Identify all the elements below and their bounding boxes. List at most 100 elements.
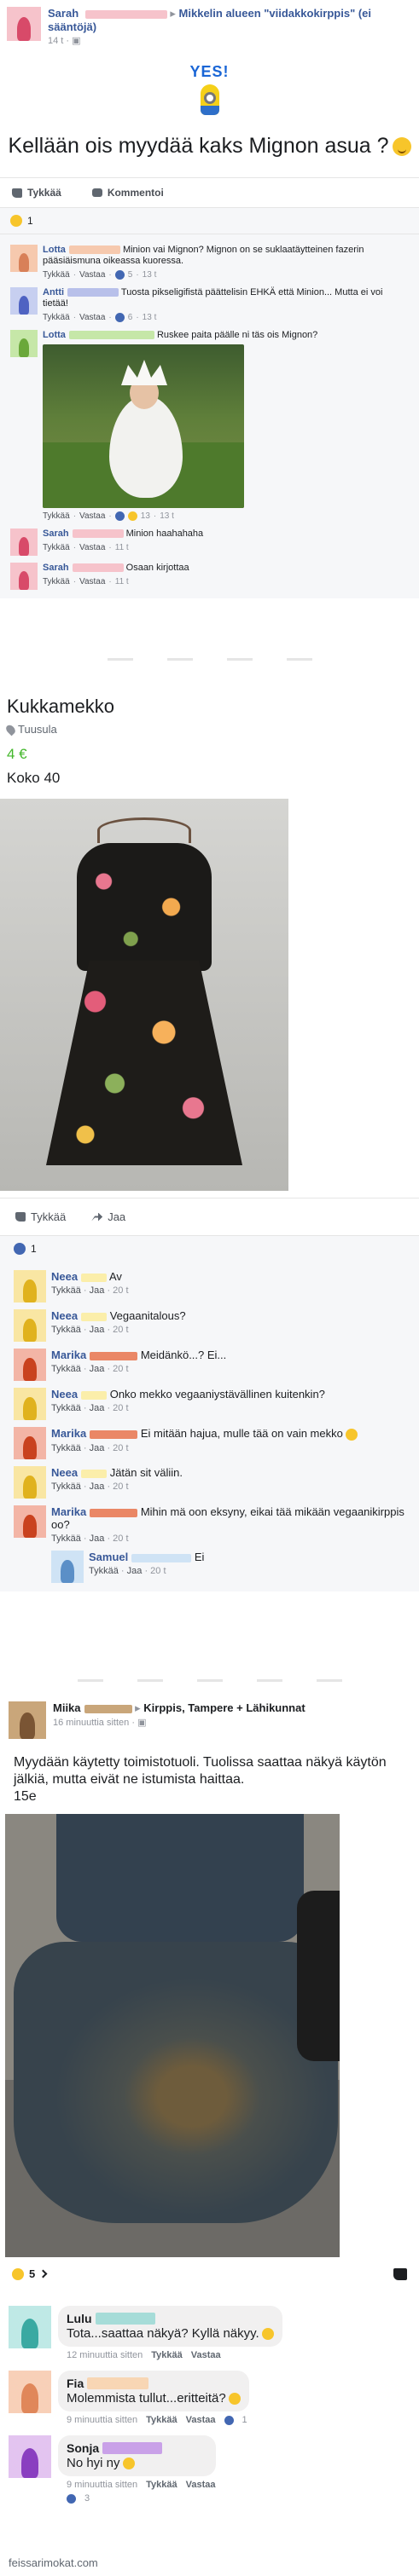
comment-reply-link[interactable]: Vastaa [79, 576, 105, 587]
comment-time[interactable]: 20 t [113, 1285, 128, 1296]
comment-reply-link[interactable]: Vastaa [79, 542, 105, 553]
comment-share-link[interactable]: Jaa [90, 1364, 105, 1374]
comment-share-link[interactable]: Jaa [90, 1443, 105, 1453]
comment-like-link[interactable]: Tykkää [51, 1533, 81, 1544]
commenter-name[interactable]: Neea [51, 1309, 78, 1322]
avatar[interactable] [14, 1349, 46, 1381]
like-count[interactable]: 1 [242, 2415, 247, 2425]
comment-reply-link[interactable]: Vastaa [79, 511, 105, 522]
comment-like-link[interactable]: Tykkää [151, 2350, 183, 2360]
comment-time[interactable]: 20 t [113, 1403, 128, 1413]
comment-share-link[interactable]: Jaa [90, 1481, 105, 1492]
egg-costume-photo[interactable] [43, 344, 244, 508]
author-name[interactable]: Miika [53, 1701, 81, 1714]
author-name[interactable]: Sarah [48, 7, 79, 20]
reaction-summary[interactable]: 5 [12, 2267, 48, 2280]
comment-time[interactable]: 20 t [150, 1566, 166, 1576]
avatar[interactable] [51, 1551, 84, 1583]
like-button[interactable]: Tykkää [12, 187, 61, 199]
comment-time[interactable]: 20 t [113, 1533, 128, 1544]
like-button[interactable]: Tykkää [15, 1210, 66, 1223]
commenter-name[interactable]: Marika [51, 1505, 86, 1518]
location-text[interactable]: Tuusula [18, 723, 57, 736]
group-name[interactable]: Kirppis, Tampere + Lähikunnat [143, 1701, 305, 1714]
comment-like-link[interactable]: Tykkää [51, 1285, 81, 1296]
avatar[interactable] [10, 528, 38, 556]
comment-reply-link[interactable]: Vastaa [186, 2480, 216, 2490]
commenter-name[interactable]: Lulu [67, 2311, 92, 2326]
comment-time[interactable]: 12 minuuttia sitten [67, 2350, 143, 2360]
comment-reply-link[interactable]: Vastaa [79, 269, 105, 280]
avatar[interactable] [14, 1505, 46, 1538]
comment-reply-link[interactable]: Vastaa [186, 2415, 216, 2425]
comment-time[interactable]: 20 t [113, 1325, 128, 1335]
commenter-name[interactable]: Neea [51, 1388, 78, 1401]
comment-time[interactable]: 9 minuuttia sitten [67, 2480, 137, 2490]
avatar[interactable] [7, 7, 41, 41]
avatar[interactable] [14, 1466, 46, 1499]
comment-share-link[interactable]: Jaa [90, 1285, 105, 1296]
comment-time[interactable]: 9 minuuttia sitten [67, 2415, 137, 2425]
commenter-name[interactable]: Sarah [43, 528, 69, 539]
commenter-name[interactable]: Marika [51, 1349, 86, 1361]
like-count[interactable]: 3 [84, 2493, 90, 2504]
comment-like-link[interactable]: Tykkää [51, 1481, 81, 1492]
avatar[interactable] [14, 1388, 46, 1420]
like-count[interactable]: 6 [128, 312, 133, 323]
comment-time[interactable]: 13 t [143, 312, 157, 323]
comment-like-link[interactable]: Tykkää [89, 1566, 119, 1576]
comment-like-link[interactable]: Tykkää [51, 1325, 81, 1335]
comment-share-link[interactable]: Jaa [90, 1533, 105, 1544]
comment-time[interactable]: 20 t [113, 1443, 128, 1453]
comment-time[interactable]: 11 t [115, 576, 129, 587]
avatar[interactable] [10, 330, 38, 357]
comment-like-link[interactable]: Tykkää [43, 269, 70, 280]
post-time[interactable]: 16 minuuttia sitten [53, 1718, 129, 1728]
avatar[interactable] [10, 245, 38, 272]
commenter-name[interactable]: Sonja [67, 2440, 99, 2456]
reaction-summary[interactable]: 1 [0, 207, 419, 234]
comment-button[interactable]: Kommentoi [91, 187, 164, 199]
like-count[interactable]: 13 [141, 511, 150, 522]
commenter-name[interactable]: Sarah [43, 563, 69, 573]
comment-time[interactable]: 20 t [113, 1364, 128, 1374]
comment-like-link[interactable]: Tykkää [43, 576, 70, 587]
comment-like-link[interactable]: Tykkää [51, 1403, 81, 1413]
avatar[interactable] [10, 287, 38, 315]
comment-reply-link[interactable]: Vastaa [79, 312, 105, 323]
commenter-name[interactable]: Fia [67, 2376, 84, 2391]
avatar[interactable] [10, 563, 38, 590]
dress-photo[interactable] [0, 799, 288, 1191]
avatar[interactable] [9, 2371, 51, 2413]
avatar[interactable] [9, 2435, 51, 2478]
avatar[interactable] [14, 1309, 46, 1342]
comment-reply-link[interactable]: Vastaa [191, 2350, 221, 2360]
commenter-name[interactable]: Neea [51, 1270, 78, 1283]
comment-like-link[interactable]: Tykkää [43, 511, 70, 522]
avatar[interactable] [14, 1427, 46, 1459]
comment-share-link[interactable]: Jaa [90, 1325, 105, 1335]
comment-like-link[interactable]: Tykkää [43, 542, 70, 553]
commenter-name[interactable]: Lotta [43, 245, 66, 255]
like-button-icon[interactable] [393, 2267, 407, 2280]
comment-like-link[interactable]: Tykkää [146, 2480, 177, 2490]
comment-like-link[interactable]: Tykkää [51, 1364, 81, 1374]
comment-time[interactable]: 13 t [143, 269, 157, 280]
commenter-name[interactable]: Lotta [43, 330, 66, 340]
comment-like-link[interactable]: Tykkää [146, 2415, 177, 2425]
reaction-summary[interactable]: 1 [0, 1235, 419, 1262]
avatar[interactable] [9, 1701, 46, 1739]
commenter-name[interactable]: Antti [43, 287, 64, 297]
comment-time[interactable]: 11 t [115, 542, 129, 553]
commenter-name[interactable]: Marika [51, 1427, 86, 1440]
comment-like-link[interactable]: Tykkää [43, 312, 70, 323]
chair-photo[interactable] [5, 1814, 340, 2257]
comment-time[interactable]: 20 t [113, 1481, 128, 1492]
avatar[interactable] [14, 1270, 46, 1302]
comment-like-link[interactable]: Tykkää [51, 1443, 81, 1453]
comment-share-link[interactable]: Jaa [127, 1566, 143, 1576]
post-time[interactable]: 14 t [48, 36, 63, 46]
commenter-name[interactable]: Neea [51, 1466, 78, 1479]
commenter-name[interactable]: Samuel [89, 1551, 128, 1563]
avatar[interactable] [9, 2306, 51, 2348]
